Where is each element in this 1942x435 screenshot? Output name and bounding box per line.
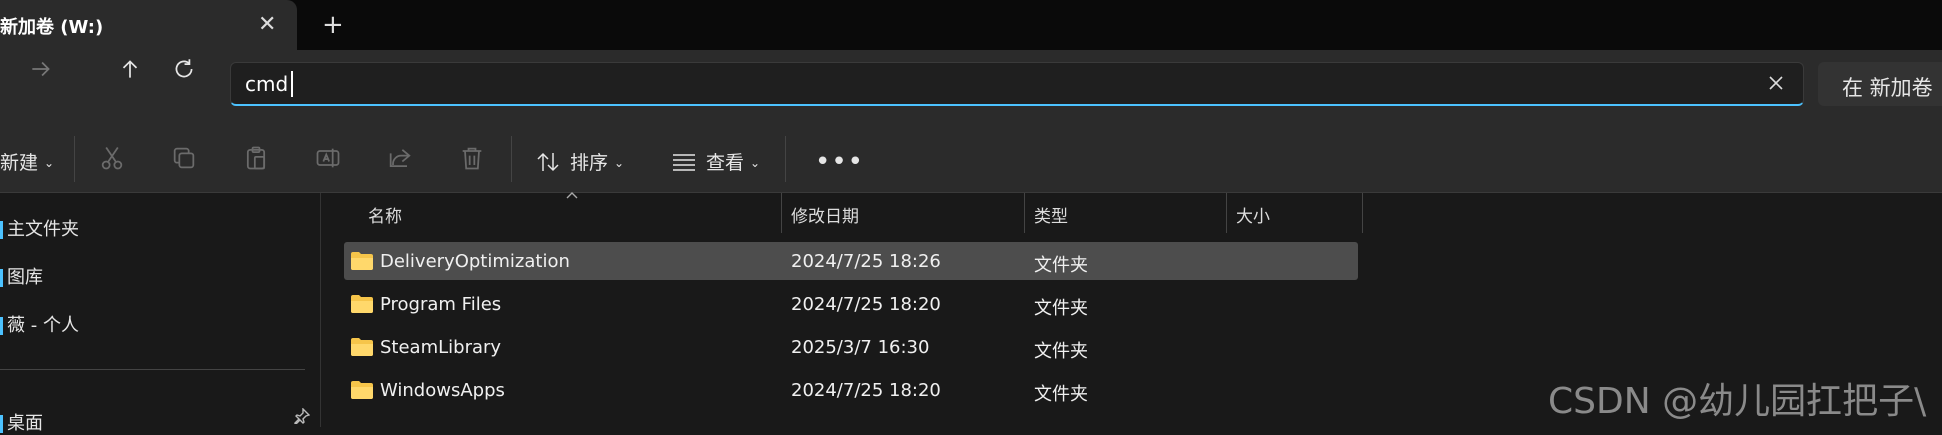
chevron-down-icon: ⌄: [614, 156, 625, 170]
cell-modified: 2025/3/7 16:30: [791, 337, 930, 358]
sort-ascending-icon: [566, 192, 578, 199]
sidebar-divider: [0, 369, 305, 370]
cell-name: WindowsApps: [380, 380, 505, 401]
chevron-down-icon: ⌄: [750, 156, 761, 170]
view-icon: [673, 153, 695, 171]
sort-icon: [537, 152, 559, 171]
sort-button[interactable]: 排序 ⌄: [536, 148, 624, 175]
sidebar-item-home[interactable]: 主文件夹: [0, 215, 79, 241]
more-icon[interactable]: •••: [815, 147, 864, 177]
column-divider[interactable]: [1362, 193, 1363, 233]
close-icon[interactable]: [1764, 71, 1788, 95]
sidebar-item-label: 图库: [7, 267, 43, 288]
cell-type: 文件夹: [1034, 384, 1088, 405]
sort-label: 排序: [570, 152, 609, 174]
column-divider[interactable]: [1226, 193, 1227, 233]
sidebar-item-label: 桌面: [7, 413, 43, 434]
cell-type: 文件夹: [1034, 341, 1088, 362]
view-button[interactable]: 查看 ⌄: [672, 148, 760, 175]
cell-name: DeliveryOptimization: [380, 251, 570, 272]
cell-modified: 2024/7/25 18:20: [791, 380, 941, 401]
desktop-icon: [0, 415, 3, 433]
cut-icon[interactable]: [98, 144, 126, 172]
table-row[interactable]: Program Files 2024/7/25 18:20 文件夹: [344, 285, 1358, 323]
watermark: CSDN @幼儿园扛把子\: [1548, 381, 1927, 422]
tab-title: 新加卷 (W:): [0, 17, 104, 38]
tab-active[interactable]: 新加卷 (W:) ✕: [0, 0, 297, 50]
table-row[interactable]: SteamLibrary 2025/3/7 16:30 文件夹: [344, 328, 1358, 366]
command-bar: [0, 120, 1942, 193]
toolbar-separator: [785, 136, 786, 182]
copy-icon[interactable]: [170, 144, 198, 172]
folder-icon: [351, 381, 373, 399]
refresh-icon[interactable]: [171, 56, 197, 82]
cell-type: 文件夹: [1034, 298, 1088, 319]
search-placeholder: 在 新加卷: [1842, 76, 1933, 100]
close-icon[interactable]: ✕: [258, 12, 276, 37]
paste-icon[interactable]: [242, 144, 270, 172]
pin-icon[interactable]: [294, 408, 310, 424]
share-icon[interactable]: [386, 144, 414, 172]
delete-icon[interactable]: [458, 144, 486, 172]
table-row[interactable]: WindowsApps 2024/7/25 18:20 文件夹: [344, 371, 1358, 409]
column-header-modified[interactable]: 修改日期: [791, 202, 859, 227]
column-header-name[interactable]: 名称: [368, 202, 402, 227]
folder-icon: [351, 338, 373, 356]
sidebar-item-label: 薇 - 个人: [7, 315, 79, 336]
cell-modified: 2024/7/25 18:26: [791, 251, 941, 272]
chevron-down-icon: ⌄: [44, 156, 55, 170]
toolbar-separator: [74, 136, 75, 182]
gallery-icon: [0, 269, 3, 287]
address-input[interactable]: [245, 71, 1745, 97]
sidebar-item-gallery[interactable]: 图库: [0, 263, 43, 289]
toolbar-separator: [511, 136, 512, 182]
rename-icon[interactable]: [314, 144, 342, 172]
folder-icon: [0, 221, 3, 239]
column-header-type[interactable]: 类型: [1034, 202, 1068, 227]
column-header-size[interactable]: 大小: [1236, 202, 1270, 227]
title-bar: 新加卷 (W:) ✕ +: [0, 0, 1942, 50]
address-bar[interactable]: [230, 62, 1804, 106]
cell-modified: 2024/7/25 18:20: [791, 294, 941, 315]
search-box[interactable]: 在 新加卷: [1818, 62, 1942, 106]
cloud-icon: [0, 317, 3, 335]
arrow-right-icon[interactable]: [28, 56, 54, 82]
new-label: 新建: [0, 152, 39, 174]
column-divider[interactable]: [781, 193, 782, 233]
view-label: 查看: [706, 152, 745, 174]
cell-name: SteamLibrary: [380, 337, 502, 358]
plus-icon[interactable]: +: [322, 10, 344, 40]
table-row[interactable]: DeliveryOptimization 2024/7/25 18:26 文件夹: [344, 242, 1358, 280]
new-button[interactable]: 新建 ⌄: [0, 148, 54, 175]
cell-type: 文件夹: [1034, 255, 1088, 276]
sidebar-item-label: 主文件夹: [7, 219, 79, 240]
arrow-up-icon[interactable]: [117, 56, 143, 82]
sidebar-item-onedrive[interactable]: 薇 - 个人: [0, 311, 79, 337]
text-caret: [291, 71, 293, 97]
sidebar-item-desktop[interactable]: 桌面: [0, 409, 43, 435]
folder-icon: [351, 295, 373, 313]
column-divider[interactable]: [1024, 193, 1025, 233]
cell-name: Program Files: [380, 294, 502, 315]
folder-icon: [351, 252, 373, 270]
